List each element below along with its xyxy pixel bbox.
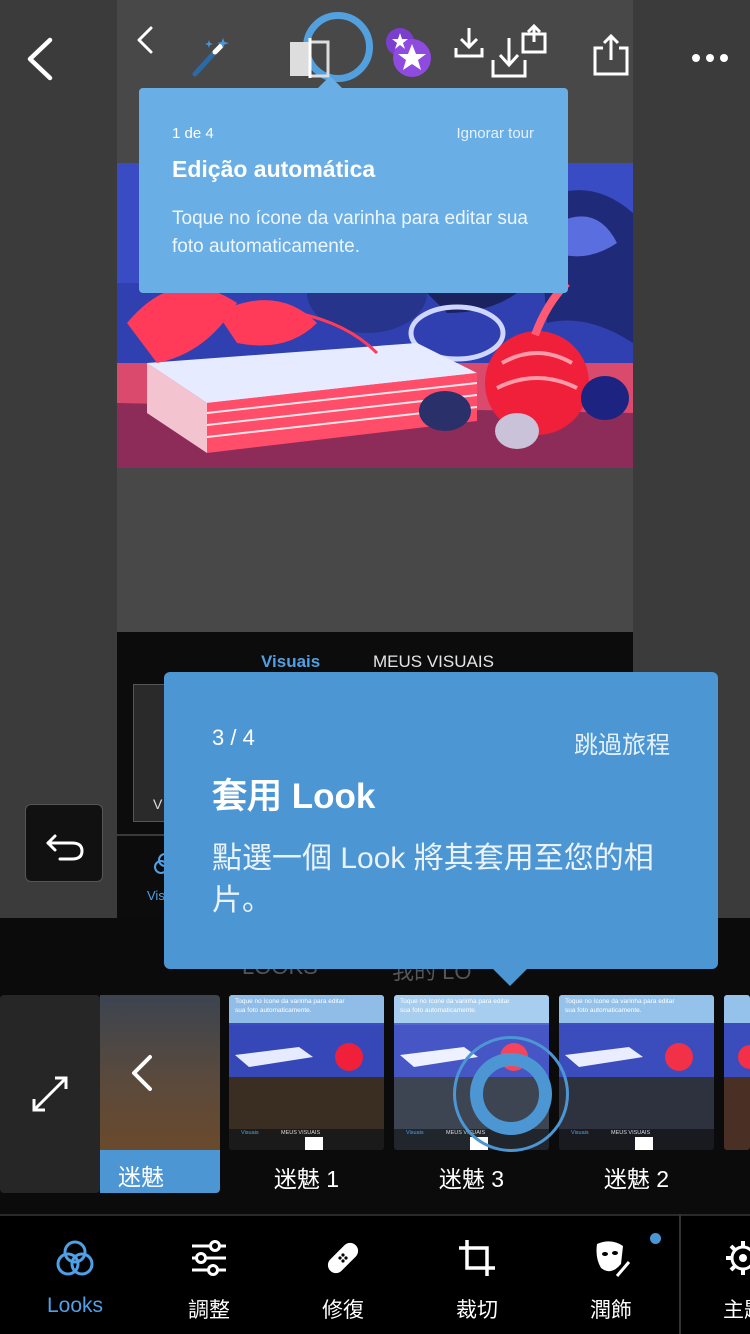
- crop-icon: [459, 1240, 495, 1276]
- retouch-face-icon: [596, 1241, 631, 1277]
- chevron-left-icon: [132, 1055, 152, 1091]
- undo-icon: [46, 834, 84, 861]
- premium-star-icon: [386, 28, 431, 77]
- nav-label-adjust: 調整: [188, 1299, 230, 1322]
- tooltip-step: 1 de 4: [172, 125, 214, 142]
- svg-text:sua foto automaticamente.: sua foto automaticamente.: [565, 1007, 642, 1014]
- save-share-icon: [491, 24, 547, 78]
- svg-text:Visuais: Visuais: [571, 1130, 589, 1136]
- bandage-icon: [327, 1242, 359, 1274]
- chevron-left-icon: [27, 37, 53, 81]
- main-tooltip-step: 3 / 4: [212, 725, 255, 750]
- inner-thumb-label: V: [153, 796, 163, 812]
- svg-text:MEUS VISUAIS: MEUS VISUAIS: [281, 1130, 320, 1136]
- more-horizontal-icon: [692, 54, 728, 62]
- inner-tab-visuais: Visuais: [261, 652, 321, 671]
- nav-item-theme[interactable]: 主題: [678, 1216, 750, 1334]
- sliders-icon: [192, 1240, 226, 1276]
- look-thumbnail: Toque no ícone da varinha para editar su…: [559, 995, 714, 1150]
- svg-text:Visuais: Visuais: [406, 1130, 424, 1136]
- notification-dot: [650, 1233, 661, 1244]
- nav-label-crop: 裁切: [456, 1299, 498, 1322]
- expand-button[interactable]: [0, 995, 100, 1193]
- look-item-3[interactable]: Toque no ícone da varinha para editar su…: [559, 995, 714, 1150]
- tooltip-title: Edição automática: [172, 156, 376, 182]
- look-item-3-label: 迷魅 2: [603, 1166, 670, 1192]
- more-button[interactable]: [690, 48, 730, 68]
- main-tooltip-body: 點選一個 Look 將其套用至您的相片。: [212, 842, 654, 917]
- nav-label-retouch: 潤飾: [590, 1299, 632, 1322]
- svg-text:Toque no ícone da varinha para: Toque no ícone da varinha para editar: [400, 998, 510, 1005]
- download-icon: [454, 28, 484, 58]
- inner-tab-meus-visuais: MEUS VISUAIS: [373, 652, 494, 671]
- look-item-1[interactable]: Toque no ícone da varinha para editar su…: [229, 995, 384, 1150]
- look-previous[interactable]: 迷魅: [100, 995, 220, 1193]
- skip-tour-link[interactable]: Ignorar tour: [456, 125, 534, 142]
- compare-icon: [290, 38, 330, 78]
- expand-icon: [32, 1076, 68, 1112]
- main-tooltip-title: 套用 Look: [212, 777, 376, 816]
- apply-look-tooltip: 3 / 4 跳過旅程 套用 Look 點選一個 Look 將其套用至您的相片。: [164, 672, 718, 969]
- bottom-nav: Looks 調整 修復 裁切 潤飾 主: [0, 1214, 750, 1334]
- svg-text:sua foto automaticamente.: sua foto automaticamente.: [235, 1007, 312, 1014]
- nav-label-theme: 主題: [723, 1299, 750, 1322]
- inner-back-icon: [137, 26, 153, 54]
- nav-separator: [679, 1214, 681, 1334]
- look-item-1-label: 迷魅 1: [273, 1166, 340, 1192]
- look-previous-label: 迷魅: [118, 1164, 164, 1190]
- nav-item-adjust[interactable]: 調整: [142, 1216, 276, 1334]
- look-item-2-label: 迷魅 3: [438, 1166, 505, 1192]
- svg-text:Visuais: Visuais: [241, 1130, 259, 1136]
- svg-text:Toque no ícone da varinha para: Toque no ícone da varinha para editar: [565, 998, 675, 1005]
- svg-text:MEUS VISUAIS: MEUS VISUAIS: [611, 1130, 650, 1136]
- svg-text:sua foto automaticamente.: sua foto automaticamente.: [400, 1007, 477, 1014]
- look-thumbnail: Toque no ícone da varinha para editar su…: [229, 995, 384, 1150]
- svg-text:Toque no ícone da varinha para: Toque no ícone da varinha para editar: [235, 998, 345, 1005]
- tooltip-body: Toque no ícone da varinha para editar su…: [172, 208, 528, 257]
- auto-edit-tooltip: 1 de 4 Ignorar tour Edição automática To…: [139, 88, 568, 293]
- inner-nav-label: Vis: [147, 888, 165, 903]
- gear-icon: [726, 1241, 750, 1275]
- back-button[interactable]: [22, 36, 62, 82]
- nav-item-heal[interactable]: 修復: [276, 1216, 410, 1334]
- magic-wand-icon: [192, 38, 229, 77]
- nav-label-looks: Looks: [46, 1294, 104, 1317]
- nav-item-looks[interactable]: Looks: [8, 1216, 142, 1334]
- tap-target-inner: [470, 1053, 552, 1135]
- nav-item-crop[interactable]: 裁切: [410, 1216, 544, 1334]
- main-tooltip-caret: [492, 968, 528, 986]
- look-item-partial[interactable]: [724, 995, 750, 1150]
- looks-circles-icon: [56, 1240, 94, 1276]
- undo-button[interactable]: [25, 804, 103, 882]
- nav-label-heal: 修復: [322, 1299, 364, 1322]
- share-icon: [593, 34, 629, 76]
- main-skip-tour-link[interactable]: 跳過旅程: [574, 725, 670, 760]
